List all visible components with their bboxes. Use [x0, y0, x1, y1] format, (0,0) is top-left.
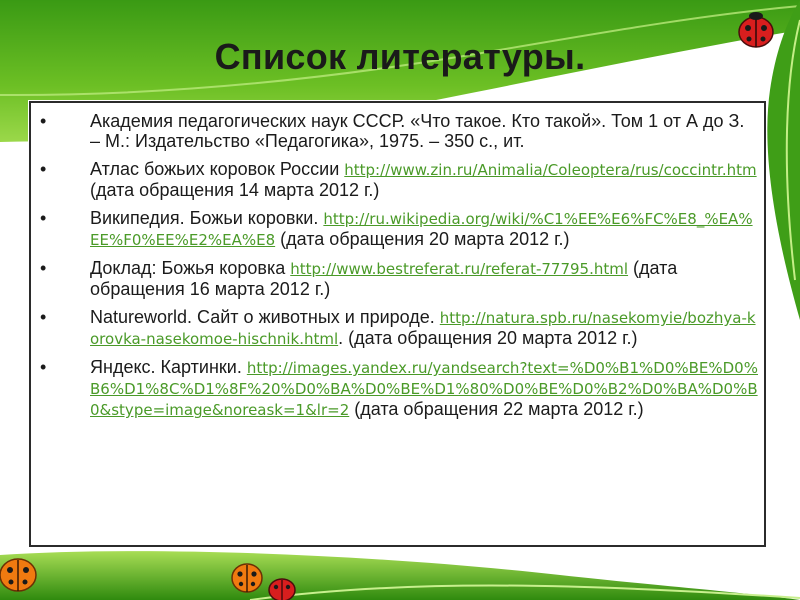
bottom-leaf — [0, 551, 800, 600]
reference-link[interactable]: http://www.zin.ru/Animalia/Coleoptera/ru… — [344, 161, 756, 179]
reference-date: . (дата обращения 20 марта 2012 г.) — [338, 328, 638, 348]
reference-item: Доклад: Божья коровка http://www.bestref… — [31, 258, 758, 299]
reference-link[interactable]: http://www.bestreferat.ru/referat-77795.… — [290, 260, 628, 278]
reference-item: Академия педагогических наук СССР. «Что … — [31, 111, 758, 151]
reference-item: Атлас божьих коровок России http://www.z… — [31, 159, 758, 200]
reference-date: (дата обращения 20 марта 2012 г.) — [275, 229, 570, 249]
reference-text: Атлас божьих коровок России — [90, 159, 345, 179]
reference-item: Natureworld. Сайт о животных и природе. … — [31, 307, 758, 349]
reference-item: Википедия. Божьи коровки. http://ru.wiki… — [31, 208, 758, 250]
reference-text: Natureworld. Сайт о животных и природе. — [90, 307, 440, 327]
references-panel: Академия педагогических наук СССР. «Что … — [29, 101, 766, 547]
slide-title: Список литературы. — [214, 36, 586, 77]
reference-date: (дата обращения 14 марта 2012 г.) — [90, 180, 380, 200]
ladybug-icon — [268, 578, 296, 600]
reference-item: Яндекс. Картинки. http://images.yandex.r… — [31, 357, 758, 420]
reference-text: Яндекс. Картинки. — [90, 357, 247, 377]
reference-text: Википедия. Божьи коровки. — [90, 208, 324, 228]
reference-text: Академия педагогических наук СССР. «Что … — [90, 111, 745, 151]
ladybug-icon — [0, 558, 37, 592]
ladybug-icon — [231, 563, 263, 593]
references-list: Академия педагогических наук СССР. «Что … — [31, 103, 764, 420]
reference-date: (дата обращения 22 марта 2012 г.) — [349, 399, 644, 419]
reference-text: Доклад: Божья коровка — [90, 258, 291, 278]
